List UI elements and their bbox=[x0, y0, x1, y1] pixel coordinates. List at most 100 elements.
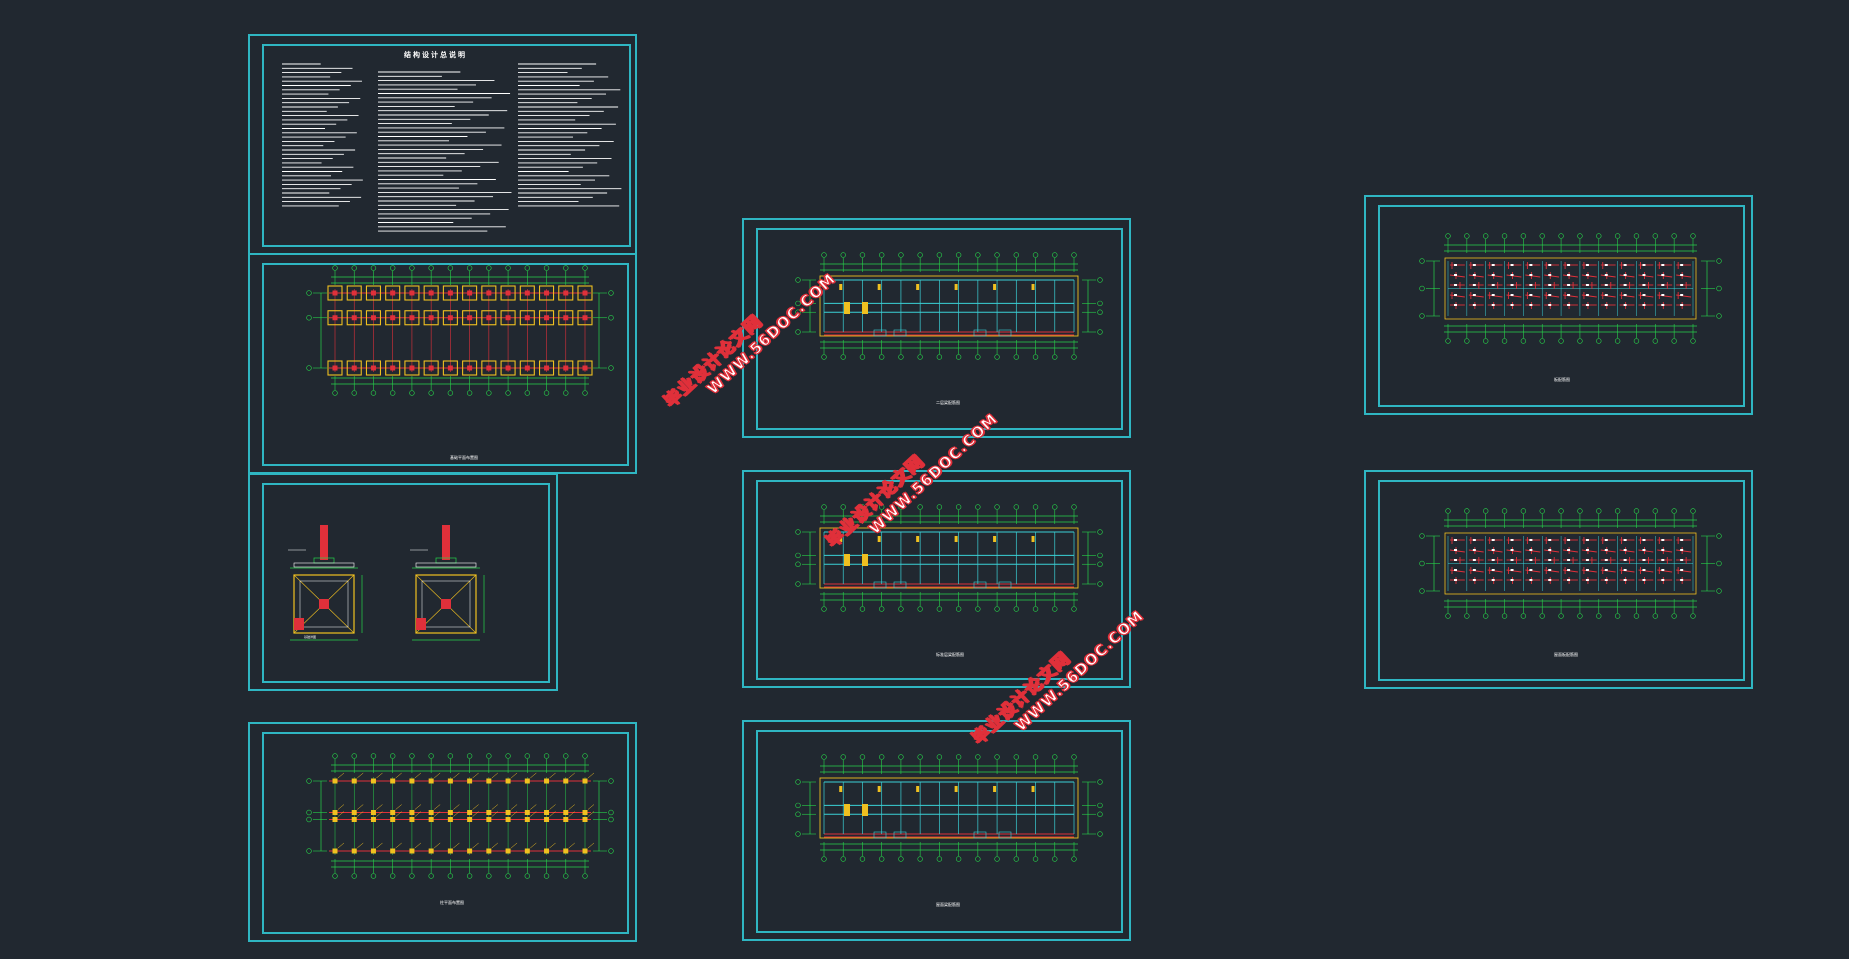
axis-bubble bbox=[1690, 338, 1696, 344]
axis-bubble bbox=[1520, 338, 1527, 344]
rebar-label bbox=[1454, 274, 1457, 276]
axis-bubble bbox=[955, 856, 962, 862]
column-section bbox=[442, 525, 450, 560]
beam-label bbox=[1031, 284, 1035, 290]
axis-bubble bbox=[1052, 252, 1058, 258]
axis-bubble bbox=[524, 753, 531, 759]
axis-bubble bbox=[859, 252, 866, 258]
footing-section bbox=[415, 562, 477, 568]
rebar-label bbox=[1585, 284, 1589, 286]
axis-bubble bbox=[859, 354, 866, 360]
axis-bubble bbox=[795, 831, 801, 837]
rebar-label bbox=[1548, 569, 1552, 571]
axis-bubble bbox=[608, 290, 614, 296]
sheet-foundation-plan[interactable]: 基础平面布置图 bbox=[248, 253, 637, 474]
axis-bubble bbox=[370, 753, 377, 759]
column-stub bbox=[563, 365, 569, 371]
rebar-label bbox=[1454, 294, 1457, 296]
rebar-label bbox=[1623, 294, 1627, 296]
leader bbox=[549, 804, 556, 810]
sheet-slab-plan-2[interactable]: 屋面板配筋图 bbox=[1364, 470, 1753, 689]
axis-bubble bbox=[859, 606, 866, 612]
axis-bubble bbox=[1690, 613, 1696, 619]
axis-bubble bbox=[1013, 354, 1020, 360]
column bbox=[486, 817, 492, 822]
axis-bubble bbox=[1690, 508, 1696, 514]
slab-rebar bbox=[1544, 274, 1560, 278]
slab-rebar bbox=[1638, 274, 1654, 278]
rebar-label bbox=[1529, 294, 1533, 296]
rebar-label bbox=[1604, 579, 1608, 581]
column bbox=[524, 778, 530, 784]
axis-bubble bbox=[1482, 338, 1489, 344]
axis-bubble bbox=[428, 265, 434, 271]
column-stub bbox=[409, 290, 415, 296]
axis-bubble bbox=[608, 848, 614, 854]
leader bbox=[530, 842, 537, 849]
axis-bubble bbox=[936, 856, 943, 862]
rebar-label bbox=[1548, 549, 1552, 551]
rebar-label bbox=[1529, 274, 1533, 276]
axis-bubble bbox=[428, 753, 434, 759]
sheet-column-plan[interactable]: 柱平面布置图 bbox=[248, 722, 637, 942]
sheet-foundation-detail[interactable]: 基础详图 bbox=[248, 473, 558, 691]
rebar-label bbox=[1548, 274, 1552, 276]
axis-bubble bbox=[917, 606, 923, 612]
beam-label bbox=[954, 284, 958, 290]
leader bbox=[472, 842, 479, 849]
column bbox=[332, 848, 338, 854]
axis-bubble bbox=[795, 779, 801, 785]
slab-rebar bbox=[1657, 274, 1673, 278]
column bbox=[524, 810, 530, 815]
column-stub bbox=[467, 365, 473, 371]
column-stub bbox=[582, 365, 588, 371]
axis-bubble bbox=[1633, 613, 1640, 619]
axis-bubble bbox=[524, 390, 531, 396]
axis-bubble bbox=[936, 606, 943, 612]
leader bbox=[433, 772, 441, 779]
axis-bubble bbox=[1013, 504, 1020, 510]
axis-bubble bbox=[1558, 338, 1564, 344]
rebar-label bbox=[1472, 559, 1476, 561]
sheet-beam-plan-1[interactable]: 二层梁配筋图 bbox=[742, 218, 1131, 438]
axis-bubble bbox=[447, 873, 454, 879]
axis-bubble bbox=[1716, 285, 1722, 292]
axis-bubble bbox=[306, 848, 312, 854]
leader bbox=[510, 772, 518, 779]
axis-bubble bbox=[1052, 606, 1058, 612]
axis-bubble bbox=[1032, 856, 1039, 862]
column bbox=[409, 810, 415, 815]
axis-bubble bbox=[428, 390, 434, 396]
axis-bubble bbox=[1577, 338, 1583, 344]
column bbox=[351, 817, 357, 822]
rebar-label bbox=[1472, 294, 1476, 296]
rebar-label bbox=[1623, 284, 1627, 286]
axis-bubble bbox=[1558, 233, 1564, 239]
column bbox=[390, 810, 396, 815]
beam-label bbox=[916, 284, 920, 290]
axis-bubble bbox=[1716, 588, 1722, 594]
column-stub bbox=[486, 315, 492, 321]
column-stub bbox=[505, 365, 511, 371]
column-stub bbox=[467, 315, 473, 321]
slab-rebar bbox=[1487, 549, 1503, 553]
rebar-label bbox=[1680, 304, 1684, 306]
cad-canvas[interactable]: { "canvas": { "background": "#212830" },… bbox=[0, 0, 1849, 959]
column-stub bbox=[370, 290, 376, 296]
column-stub bbox=[370, 365, 376, 371]
rebar-label bbox=[1585, 559, 1589, 561]
axis-bubble bbox=[1013, 754, 1020, 760]
callout bbox=[294, 618, 304, 630]
sheet-design-notes[interactable]: 结构设计总说明 bbox=[248, 34, 637, 255]
axis-bubble bbox=[1071, 606, 1077, 612]
sheet-beam-plan-3[interactable]: 屋面梁配筋图 bbox=[742, 720, 1131, 941]
rebar-label bbox=[1454, 549, 1457, 551]
axis-bubble bbox=[306, 816, 312, 823]
rebar-label bbox=[1510, 284, 1514, 286]
column bbox=[505, 778, 511, 784]
column bbox=[544, 778, 550, 784]
slab-rebar bbox=[1506, 274, 1522, 278]
sheet-slab-plan-1[interactable]: 板配筋图 bbox=[1364, 195, 1753, 415]
column bbox=[332, 778, 338, 784]
rebar-label bbox=[1623, 304, 1627, 306]
